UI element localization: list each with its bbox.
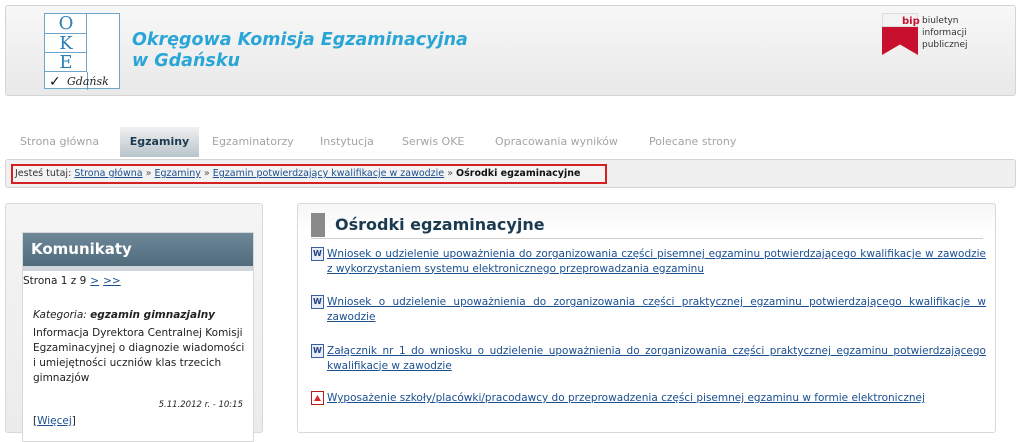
document-item: Wyposażenie szkoły/placówki/pracodawcy d… xyxy=(311,391,986,406)
title-marker xyxy=(311,213,325,237)
document-item: Wniosek o udzielenie upoważnienia do zor… xyxy=(311,247,986,276)
document-link[interactable]: Załącznik nr 1 do wniosku o udzielenie u… xyxy=(311,344,986,373)
word-doc-icon xyxy=(311,344,324,358)
pager-last-link[interactable]: >> xyxy=(103,275,121,287)
logo-letter-e: E xyxy=(45,52,87,72)
logo-letter-k: K xyxy=(45,33,87,53)
organization-title[interactable]: Okręgowa Komisja Egzaminacyjna w Gdańsku xyxy=(132,30,468,72)
more-link[interactable]: Więcej xyxy=(37,415,72,427)
bip-letters: bip xyxy=(902,16,920,27)
logo-letter-o: O xyxy=(58,13,74,34)
word-doc-icon xyxy=(311,295,324,309)
breadcrumb-link-home[interactable]: Strona główna xyxy=(74,168,142,179)
breadcrumb-link-egzaminy[interactable]: Egzaminy xyxy=(154,168,200,179)
komunikat-text: Informacja Dyrektora Centralnej Komisji … xyxy=(33,327,245,384)
word-doc-icon xyxy=(311,247,324,261)
breadcrumb-prefix: Jesteś tutaj: xyxy=(15,168,72,179)
nav-item-polecane-strony[interactable]: Polecane strony xyxy=(641,127,744,157)
oke-logo[interactable]: O K E ✓ Gdańsk xyxy=(44,13,120,90)
category-value: egzamin gimnazjalny xyxy=(90,309,216,321)
organization-title-line2: w Gdańsku xyxy=(132,51,240,71)
bip-text-line1: biuletyn xyxy=(922,16,959,26)
breadcrumb: Jesteś tutaj: Strona główna » Egzaminy »… xyxy=(11,164,607,184)
breadcrumb-link-egzamin-zawodowy[interactable]: Egzamin potwierdzający kwalifikacje w za… xyxy=(213,168,444,179)
site-header: O K E ✓ Gdańsk Okręgowa Komisja Egzamina… xyxy=(5,5,1016,96)
bip-text-line2: informacji publicznej xyxy=(922,28,968,50)
document-item: Załącznik nr 1 do wniosku o udzielenie u… xyxy=(311,344,986,373)
bip-logo-link[interactable]: bip biuletyn informacji publicznej xyxy=(882,13,1010,59)
checkmark-icon: ✓ xyxy=(49,74,61,90)
nav-item-egzaminy[interactable]: Egzaminy xyxy=(120,127,199,157)
komunikat-date: 5.11.2012 r. - 10:15 xyxy=(158,400,243,410)
komunikaty-title: Komunikaty xyxy=(23,233,253,266)
breadcrumb-bar: Jesteś tutaj: Strona główna » Egzaminy »… xyxy=(5,159,1016,188)
document-link[interactable]: Wniosek o udzielenie upoważnienia do zor… xyxy=(311,247,986,276)
bip-text: biuletyn informacji publicznej xyxy=(922,15,1010,51)
komunikaty-title-shadow xyxy=(23,266,253,271)
pdf-doc-icon xyxy=(311,391,324,405)
logo-city: Gdańsk xyxy=(67,75,109,88)
komunikaty-box: Komunikaty Strona 1 z 9 > >> Kategoria: eg… xyxy=(22,232,254,442)
nav-item-strona-glowna[interactable]: Strona główna xyxy=(12,127,107,157)
organization-title-line1: Okręgowa Komisja Egzaminacyjna xyxy=(132,30,468,50)
document-item: Wniosek o udzielenie upoważnienia do zor… xyxy=(311,295,986,324)
breadcrumb-current: Ośrodki egzaminacyjne xyxy=(456,168,581,179)
breadcrumb-separator: » xyxy=(203,168,210,179)
category-label: Kategoria: xyxy=(33,309,87,321)
komunikat-category: Kategoria: egzamin gimnazjalny xyxy=(33,309,215,321)
nav-item-egzaminatorzy[interactable]: Egzaminatorzy xyxy=(204,127,302,157)
komunikat-more: [Więcej] xyxy=(33,415,76,427)
main-content: Ośrodki egzaminacyjne Wniosek o udzielen… xyxy=(297,203,996,433)
pager-next-link[interactable]: > xyxy=(90,275,99,287)
page-title: Ośrodki egzaminacyjne xyxy=(335,215,545,234)
pager-text: Strona 1 z 9 xyxy=(23,275,87,287)
document-link[interactable]: Wniosek o udzielenie upoważnienia do zor… xyxy=(311,295,986,324)
nav-item-instytucja[interactable]: Instytucja xyxy=(312,127,382,157)
title-divider xyxy=(311,238,983,239)
document-link[interactable]: Wyposażenie szkoły/placówki/pracodawcy d… xyxy=(311,391,986,406)
logo-letters: O K E xyxy=(45,14,87,72)
breadcrumb-separator: » xyxy=(447,168,453,179)
nav-item-serwis-oke[interactable]: Serwis OKE xyxy=(394,127,472,157)
breadcrumb-separator: » xyxy=(145,168,152,179)
sidebar: Komunikaty Strona 1 z 9 > >> Kategoria: eg… xyxy=(5,203,263,442)
komunikaty-pager: Strona 1 z 9 > >> xyxy=(23,275,121,287)
nav-item-opracowania-wynikow[interactable]: Opracowania wyników xyxy=(487,127,626,157)
